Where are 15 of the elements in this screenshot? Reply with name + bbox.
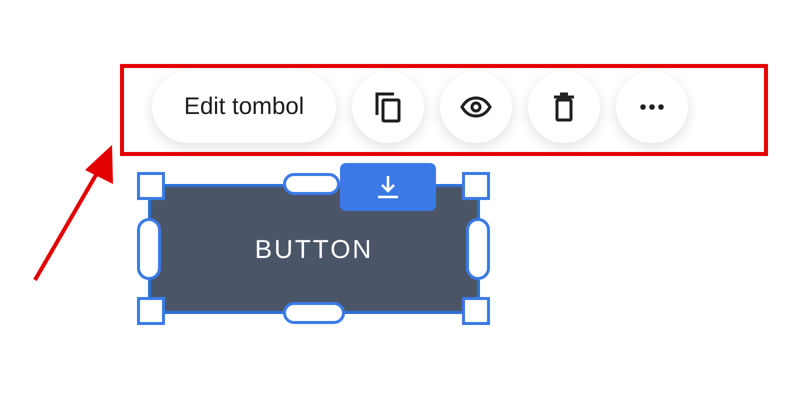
resize-handle[interactable] — [283, 302, 345, 324]
eye-icon — [460, 96, 492, 118]
resize-handle[interactable] — [283, 173, 340, 195]
download-icon — [377, 175, 399, 199]
more-icon — [640, 104, 664, 110]
resize-handle[interactable] — [462, 172, 490, 200]
trash-icon — [553, 92, 576, 122]
resize-handle[interactable] — [466, 218, 490, 280]
resize-handle[interactable] — [137, 172, 165, 200]
resize-handle[interactable] — [462, 297, 490, 325]
copy-icon — [374, 91, 402, 123]
edit-button[interactable]: Edit tombol — [152, 71, 336, 143]
resize-handle[interactable] — [137, 297, 165, 325]
resize-handle[interactable] — [137, 218, 161, 280]
download-button[interactable] — [340, 163, 436, 211]
